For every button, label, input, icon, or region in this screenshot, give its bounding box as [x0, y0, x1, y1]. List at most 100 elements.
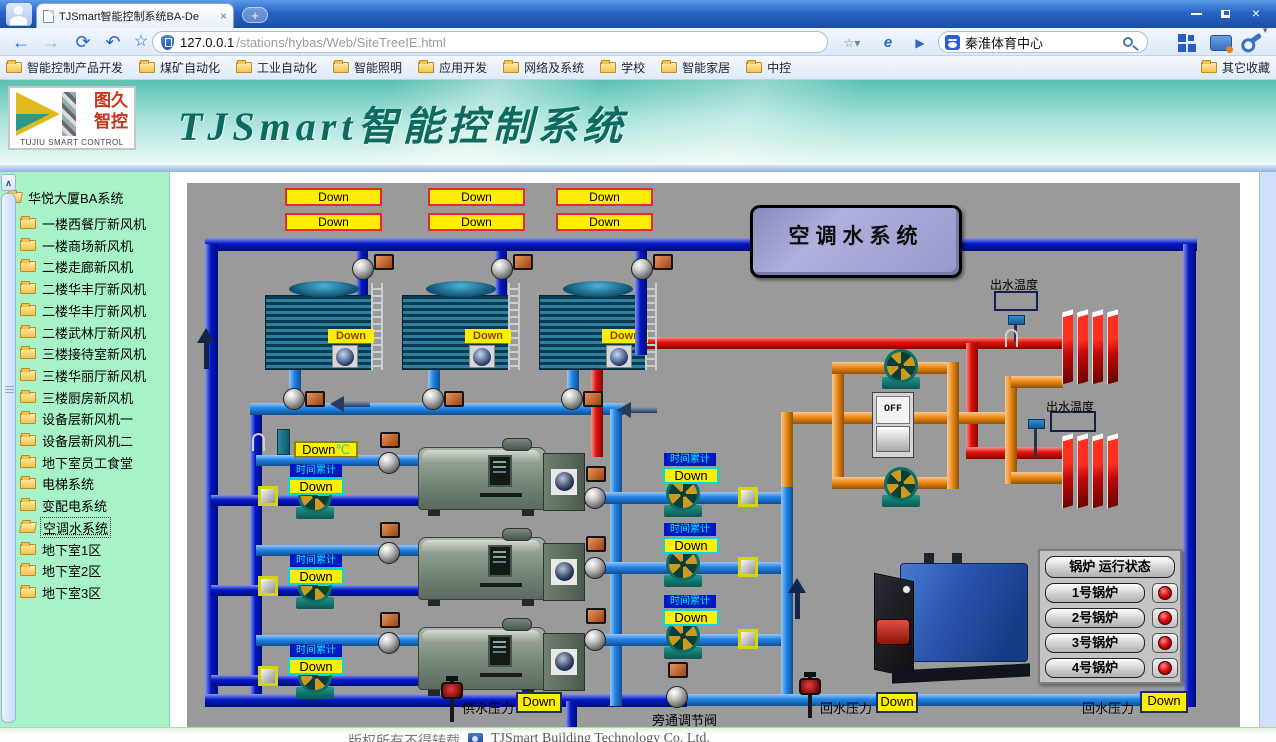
favorite-star-button[interactable]: ☆	[128, 30, 154, 54]
bookmark-folder[interactable]: 智能家居	[661, 59, 730, 76]
sidebar-item-7[interactable]: +三楼华丽厅新风机	[0, 366, 148, 384]
undo-button[interactable]: ↶	[100, 30, 126, 54]
valve-indicator[interactable]	[738, 487, 758, 507]
browser-tab[interactable]: TJSmart智能控制系统BA-De ×	[36, 3, 234, 28]
tree-root[interactable]: 华悦大厦BA系统	[6, 188, 125, 206]
bypass-switch[interactable]: OFF	[872, 392, 914, 458]
sidebar-item-9[interactable]: +设备层新风机一	[0, 409, 135, 427]
valve-sphere[interactable]	[378, 632, 400, 654]
ie-mode-button[interactable]: e	[874, 31, 902, 53]
valve-actuator	[374, 254, 394, 270]
sidebar-item-14[interactable]: −空调水系统	[0, 518, 111, 536]
search-icon[interactable]	[1123, 37, 1133, 47]
pump-down-button[interactable]: Down	[288, 658, 344, 675]
switch-lever[interactable]	[876, 426, 910, 452]
refresh-button[interactable]: ⟳	[70, 30, 96, 54]
tree-item-label: 地下室1区	[40, 540, 103, 559]
boiler-row-button[interactable]: 2号锅炉	[1045, 608, 1145, 628]
bookmark-folder[interactable]: 网络及系统	[503, 59, 584, 76]
scroll-up-button[interactable]: ∧	[1, 174, 16, 191]
search-input[interactable]: 秦淮体育中心	[938, 31, 1148, 53]
settings-wrench-icon[interactable]	[1246, 33, 1262, 46]
window-minimize-button[interactable]	[1182, 2, 1210, 24]
tab-close-icon[interactable]: ×	[220, 9, 227, 23]
forward-button[interactable]: →	[38, 30, 64, 54]
bookmark-folder[interactable]: 智能控制产品开发	[6, 59, 123, 76]
pressure-valve[interactable]	[798, 672, 822, 718]
tree-item-label: 二楼华丰厅新风机	[40, 301, 148, 320]
valve-indicator[interactable]	[258, 666, 278, 686]
sidebar-item-13[interactable]: +变配电系统	[0, 496, 109, 514]
boiler-row-button[interactable]: 4号锅炉	[1045, 658, 1145, 678]
window-close-button[interactable]: ×	[1240, 2, 1272, 24]
search-text: 秦淮体育中心	[965, 33, 1118, 52]
bookmark-folder[interactable]: 中控	[746, 59, 791, 76]
pump-down-button[interactable]: Down	[663, 467, 719, 484]
bookmark-folder[interactable]: 工业自动化	[236, 59, 317, 76]
down-button[interactable]: Down	[428, 213, 525, 231]
sidebar-item-8[interactable]: +三楼厨房新风机	[0, 388, 135, 406]
window-restore-button[interactable]	[1211, 2, 1239, 24]
return-pressure-down[interactable]: Down	[876, 692, 918, 713]
water-pump	[878, 349, 924, 389]
sidebar-item-5[interactable]: +二楼武林厅新风机	[0, 323, 148, 341]
boiler-row-button[interactable]: 1号锅炉	[1045, 583, 1145, 603]
pump-down-button[interactable]: Down	[288, 568, 344, 585]
vertical-scrollbar[interactable]	[1259, 172, 1276, 727]
url-bar[interactable]: 127.0.0.1/stations/hybas/Web/SiteTreeIE.…	[152, 31, 828, 53]
valve-indicator[interactable]	[258, 576, 278, 596]
sidebar-item-6[interactable]: +三楼接待室新风机	[0, 344, 148, 362]
down-button[interactable]: Down	[556, 213, 653, 231]
valve-sphere[interactable]	[561, 388, 583, 410]
down-button[interactable]: Down	[285, 188, 382, 206]
pump-down-button[interactable]: Down	[663, 609, 719, 626]
temp-down-readout[interactable]: Down℃	[294, 441, 358, 458]
user-avatar-icon[interactable]	[6, 3, 32, 26]
new-tab-button[interactable]: +	[242, 7, 268, 23]
bookmark-folder[interactable]: 智能照明	[333, 59, 402, 76]
valve-sphere[interactable]	[584, 487, 606, 509]
valve-sphere[interactable]	[422, 388, 444, 410]
screenshot-icon[interactable]	[1210, 35, 1232, 51]
bookmark-folder[interactable]: 应用开发	[418, 59, 487, 76]
boiler-row-button[interactable]: 3号锅炉	[1045, 633, 1145, 653]
valve-sphere[interactable]	[584, 557, 606, 579]
tower-down-readout[interactable]: Down	[328, 329, 374, 343]
valve-sphere[interactable]	[491, 258, 513, 280]
valve-sphere[interactable]	[631, 258, 653, 280]
valve-indicator[interactable]	[738, 557, 758, 577]
apps-grid-icon[interactable]	[1178, 34, 1197, 52]
bookmark-folder[interactable]: 煤矿自动化	[139, 59, 220, 76]
sidebar-item-0[interactable]: +一楼西餐厅新风机	[0, 214, 148, 232]
down-button[interactable]: Down	[428, 188, 525, 206]
sidebar-item-3[interactable]: +二楼华丰厅新风机	[0, 279, 148, 297]
pump-down-button[interactable]: Down	[288, 478, 344, 495]
valve-indicator[interactable]	[738, 629, 758, 649]
play-button[interactable]: ▶	[906, 31, 934, 53]
bookmark-label: 智能家居	[682, 59, 730, 76]
bookmark-dropdown-button[interactable]: ☆▾	[834, 31, 870, 53]
valve-indicator[interactable]	[258, 486, 278, 506]
bookmark-other-favorites[interactable]: 其它收藏	[1201, 59, 1270, 76]
valve-sphere[interactable]	[352, 258, 374, 280]
valve-sphere[interactable]	[378, 542, 400, 564]
return-pressure-down[interactable]: Down	[1140, 691, 1188, 713]
scrollbar-thumb[interactable]	[1, 193, 16, 723]
sidebar-item-4[interactable]: +二楼华丰厅新风机	[0, 301, 148, 319]
pump-down-button[interactable]: Down	[663, 537, 719, 554]
sidebar-item-11[interactable]: +地下室员工食堂	[0, 453, 135, 471]
bookmark-folder[interactable]: 学校	[600, 59, 645, 76]
down-button[interactable]: Down	[285, 213, 382, 231]
valve-sphere[interactable]	[283, 388, 305, 410]
sidebar-item-1[interactable]: +一楼商场新风机	[0, 236, 135, 254]
pressure-valve[interactable]	[440, 676, 464, 722]
valve-sphere[interactable]	[666, 686, 688, 708]
valve-sphere[interactable]	[584, 629, 606, 651]
back-button[interactable]: ←	[8, 30, 34, 54]
down-button[interactable]: Down	[556, 188, 653, 206]
sidebar-item-10[interactable]: +设备层新风机二	[0, 431, 135, 449]
valve-sphere[interactable]	[378, 452, 400, 474]
tower-down-readout[interactable]: Down	[465, 329, 511, 343]
sidebar-item-2[interactable]: +二楼走廊新风机	[0, 257, 135, 275]
supply-pressure-down[interactable]: Down	[516, 692, 562, 713]
